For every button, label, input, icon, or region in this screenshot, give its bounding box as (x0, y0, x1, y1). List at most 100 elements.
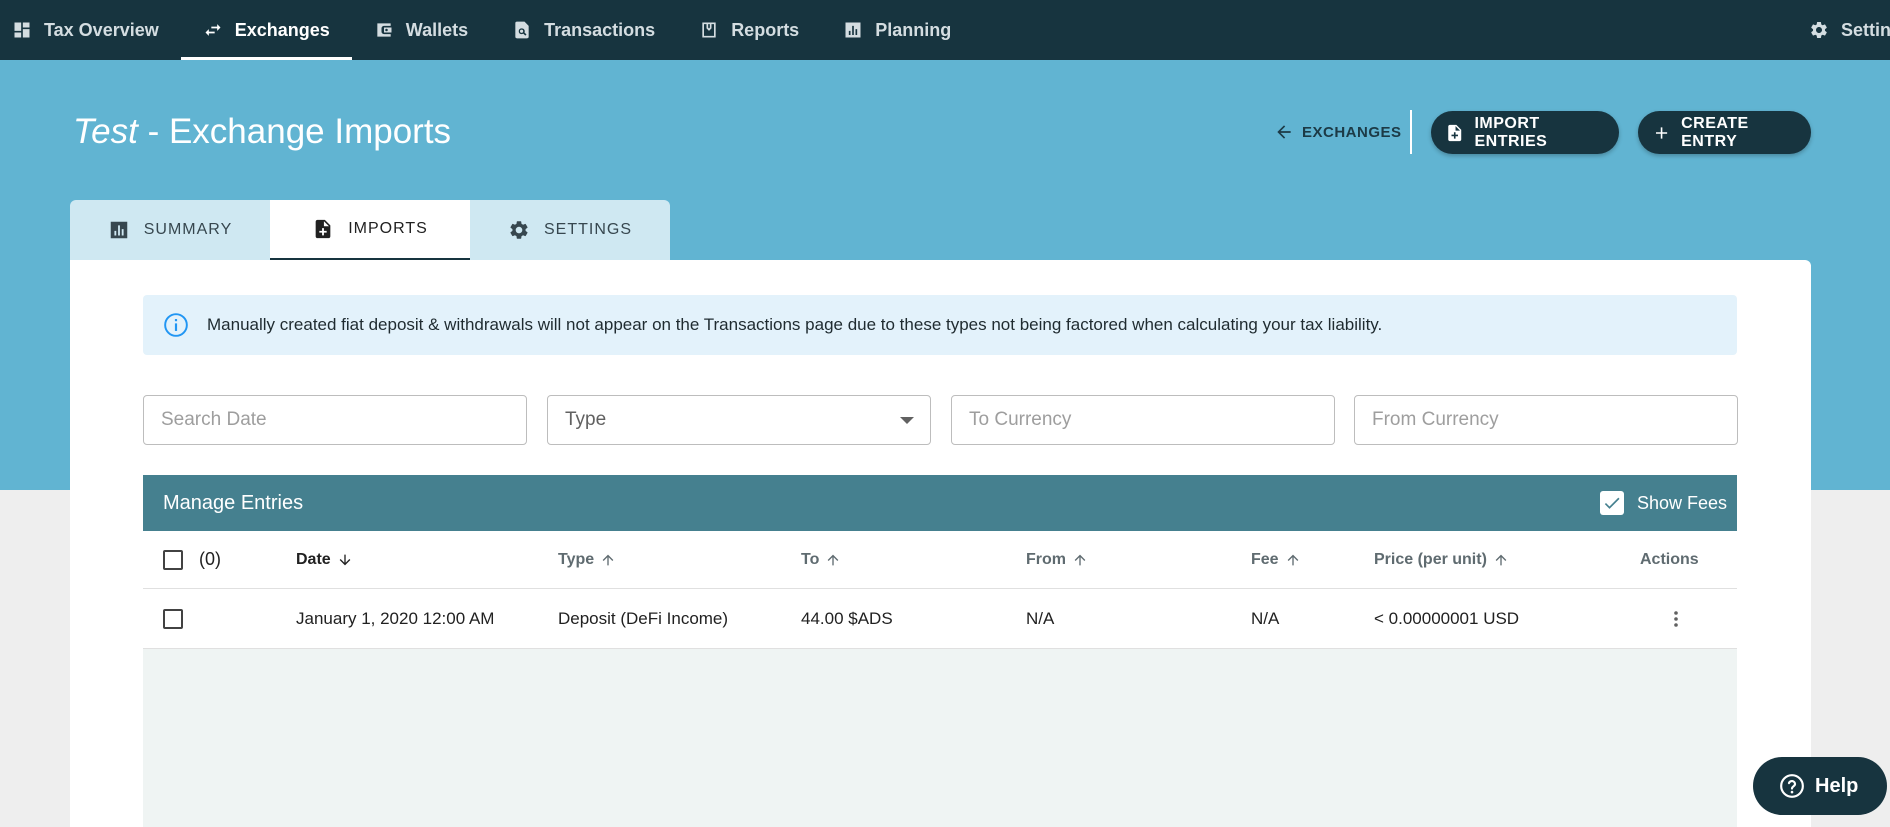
table-column-headers: (0) Date Type To From Fee Price (per uni… (143, 531, 1737, 589)
arrow-up-icon (1074, 554, 1086, 565)
nav-label: Settings (1840, 19, 1890, 40)
page-title-suffix: - Exchange Imports (137, 112, 452, 151)
column-header-actions: Actions (1640, 531, 1699, 588)
row-actions-cell (1664, 589, 1688, 648)
tab-imports[interactable]: IMPORTS (270, 200, 470, 260)
show-fees-label: Show Fees (1636, 492, 1727, 513)
column-header-from[interactable]: From (1026, 531, 1088, 588)
help-button[interactable]: Help (1753, 757, 1887, 815)
nav-label: Tax Overview (44, 19, 159, 40)
tab-settings[interactable]: SETTINGS (470, 200, 670, 260)
top-navigation: Tax Overview Exchanges Wallets Transacti… (0, 0, 1890, 60)
help-icon (1780, 774, 1804, 798)
nav-label: Wallets (405, 19, 469, 40)
cell-type: Deposit (DeFi Income) (558, 608, 729, 628)
arrow-up-icon (602, 554, 614, 565)
back-to-exchanges-link[interactable]: EXCHANGES (1274, 118, 1402, 146)
info-icon (164, 313, 188, 337)
transaction-search-icon (515, 21, 529, 39)
row-select-cell (163, 589, 183, 648)
cell-date: January 1, 2020 12:00 AM (296, 608, 495, 628)
column-label: Date (296, 550, 331, 568)
nav-reports[interactable]: Reports (677, 0, 821, 60)
nav-label: Exchanges (234, 19, 330, 40)
column-header-date[interactable]: Date (296, 531, 353, 588)
arrow-down-icon (339, 554, 351, 565)
help-label: Help (1815, 774, 1859, 797)
row-checkbox[interactable] (163, 608, 183, 629)
bar-chart-icon (845, 22, 861, 38)
column-header-to[interactable]: To (801, 531, 841, 588)
column-header-type[interactable]: Type (558, 531, 616, 588)
nav-tax-overview[interactable]: Tax Overview (0, 0, 181, 60)
more-vert-icon[interactable] (1664, 607, 1688, 631)
nav-label: Reports (731, 19, 800, 40)
from-currency-field[interactable] (1354, 395, 1738, 445)
nav-planning[interactable]: Planning (821, 0, 973, 60)
manage-entries-header: Manage Entries Show Fees (143, 475, 1737, 531)
search-date-field[interactable] (143, 395, 527, 445)
wallet-icon (377, 23, 392, 37)
nav-transactions[interactable]: Transactions (490, 0, 677, 60)
header-divider (1410, 110, 1412, 154)
manage-entries-title: Manage Entries (163, 491, 304, 514)
nav-wallets[interactable]: Wallets (352, 0, 490, 60)
column-header-price[interactable]: Price (per unit) (1374, 531, 1509, 588)
create-entry-label: CREATE ENTRY (1681, 114, 1749, 150)
cell-price: < 0.00000001 USD (1374, 608, 1520, 628)
arrow-up-icon (1287, 554, 1298, 565)
exchange-name: Test (73, 112, 138, 151)
column-label: Fee (1251, 550, 1279, 568)
report-download-icon (702, 22, 716, 38)
checkmark-icon (1604, 497, 1620, 509)
tab-bar: SUMMARY IMPORTS SETTINGS (70, 200, 670, 260)
select-all-checkbox[interactable] (163, 549, 183, 570)
from-currency-input[interactable] (1372, 409, 1737, 431)
column-label: From (1026, 550, 1066, 568)
back-link-label: EXCHANGES (1302, 123, 1402, 141)
tab-summary[interactable]: SUMMARY (70, 200, 270, 260)
imports-card: Manually created fiat deposit & withdraw… (70, 260, 1811, 827)
import-entries-label: IMPORT ENTRIES (1474, 114, 1548, 150)
info-banner: Manually created fiat deposit & withdraw… (143, 295, 1737, 355)
tab-label: SUMMARY (143, 221, 233, 238)
import-entries-button[interactable]: IMPORT ENTRIES (1431, 111, 1619, 154)
type-select[interactable]: Type (547, 395, 931, 445)
cell-fee: N/A (1251, 608, 1280, 628)
column-label: Type (558, 550, 595, 568)
swap-icon (205, 24, 221, 36)
page-title: Test - Exchange Imports (73, 110, 451, 154)
nav-settings[interactable]: Settings (1787, 0, 1890, 60)
nav-exchanges[interactable]: Exchanges (180, 0, 352, 60)
column-label: To (801, 550, 820, 568)
arrow-up-icon (828, 554, 839, 565)
tab-label: SETTINGS (543, 221, 632, 238)
search-date-input[interactable] (161, 409, 526, 431)
to-currency-field[interactable] (951, 395, 1335, 445)
cell-to: 44.00 $ADS (801, 608, 893, 628)
arrow-left-icon (1277, 125, 1291, 139)
arrow-up-icon (1495, 554, 1507, 565)
plus-icon (1655, 126, 1668, 139)
to-currency-input[interactable] (969, 409, 1334, 431)
show-fees-checkbox[interactable] (1599, 491, 1624, 515)
column-header-fee[interactable]: Fee (1251, 531, 1301, 588)
nav-label: Transactions (544, 19, 656, 40)
tab-label: IMPORTS (348, 220, 428, 237)
bar-chart-icon (110, 221, 127, 239)
caret-down-icon (900, 416, 914, 424)
file-add-icon (1448, 124, 1462, 141)
select-all-cell: (0) (163, 531, 221, 588)
table-empty-area (143, 649, 1737, 827)
column-label: Price (per unit) (1374, 550, 1487, 568)
type-select-label: Type (565, 409, 607, 430)
gear-icon (510, 221, 528, 239)
create-entry-button[interactable]: CREATE ENTRY (1638, 111, 1811, 154)
file-add-icon (315, 219, 331, 239)
show-fees-toggle[interactable]: Show Fees (1599, 491, 1727, 515)
column-label: Actions (1640, 550, 1699, 568)
gear-icon (1811, 21, 1827, 38)
dashboard-icon (14, 22, 30, 38)
nav-label: Planning (875, 19, 952, 40)
selected-count: (0) (199, 549, 221, 569)
